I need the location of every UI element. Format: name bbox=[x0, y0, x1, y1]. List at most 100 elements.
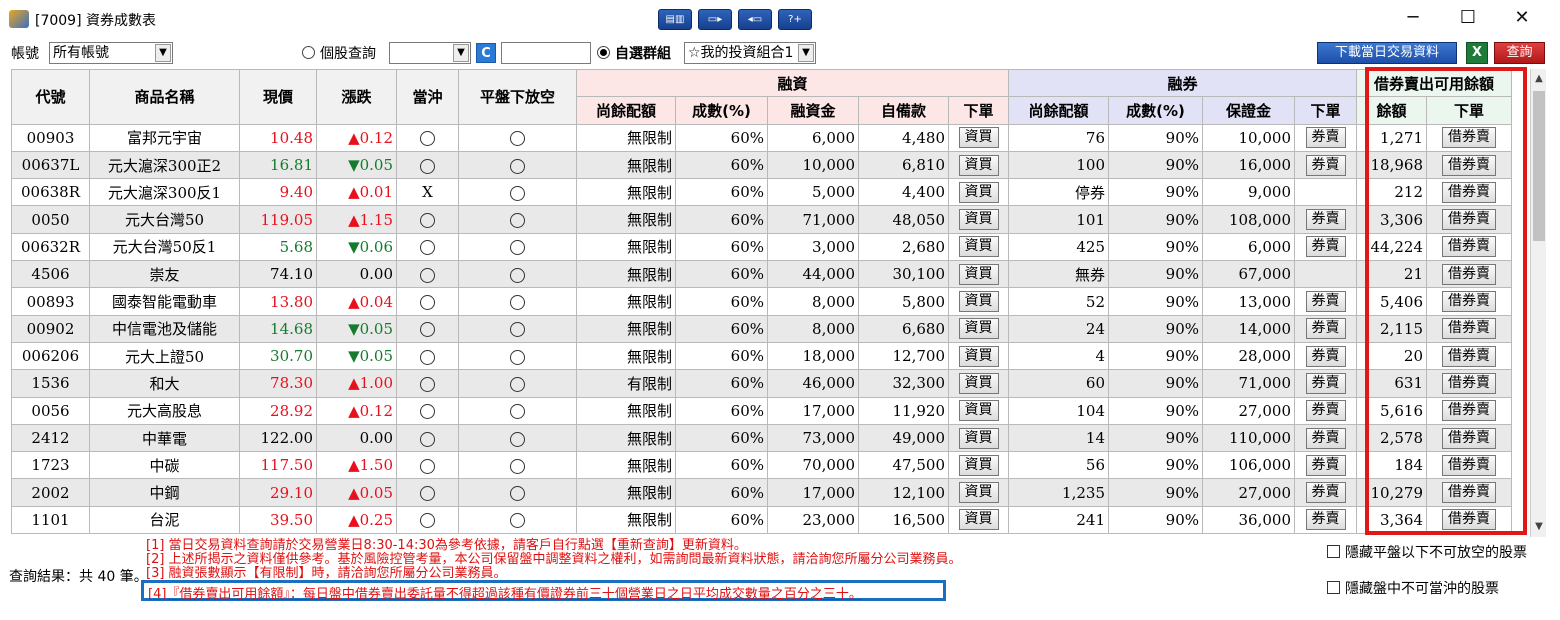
short-sell-button[interactable]: 券賣 bbox=[1305, 372, 1346, 394]
col-short-below[interactable]: 平盤下放空 bbox=[458, 69, 577, 125]
margin-buy-button[interactable]: 資買 bbox=[958, 127, 999, 149]
excel-icon[interactable]: X bbox=[1466, 42, 1488, 64]
col-change[interactable]: 漲跌 bbox=[316, 69, 397, 125]
table-row[interactable]: 1101 台泥 39.50 ▲0.25 無限制 60% 23,000 16,500 資買 241 9… bbox=[11, 505, 1512, 535]
margin-buy-button[interactable]: 資買 bbox=[958, 318, 999, 340]
table-row[interactable]: 00637L 元大滬深300正2 16.81 ▼0.05 無限制 60% 10,000 6,8… bbox=[11, 150, 1512, 180]
table-row[interactable]: 00638R 元大滬深300反1 9.40 ▲0.01 X 無限制 60% 5,000 4,40… bbox=[11, 178, 1512, 207]
name-cell: 元大高股息 bbox=[89, 396, 240, 425]
refresh-button[interactable]: C bbox=[476, 43, 496, 63]
margin-buy-button[interactable]: 資買 bbox=[958, 482, 999, 504]
code-cell: 1723 bbox=[11, 451, 90, 480]
chevron-down-icon[interactable]: ▼ bbox=[155, 44, 171, 62]
table-row[interactable]: 1723 中碳 117.50 ▲1.50 無限制 60% 70,000 47,500 資買 56 9… bbox=[11, 451, 1512, 480]
table-row[interactable]: 0050 元大台灣50 119.05 ▲1.15 無限制 60% 71,000 48,050 資… bbox=[11, 205, 1512, 234]
table-row[interactable]: 4506 崇友 74.10 0.00 無限制 60% 44,000 30,100 資買 無券 90%… bbox=[11, 260, 1512, 289]
table-row[interactable]: 2412 中華電 122.00 0.00 無限制 60% 73,000 49,000 資買 14 9… bbox=[11, 423, 1512, 453]
short-sell-button[interactable]: 券賣 bbox=[1305, 509, 1346, 531]
table-row[interactable]: 2002 中鋼 29.10 ▲0.05 無限制 60% 17,000 12,100 資買 1,23… bbox=[11, 478, 1512, 507]
scroll-down-icon[interactable]: ▼ bbox=[1531, 517, 1547, 537]
col-m-amount[interactable]: 融資金 bbox=[767, 96, 859, 125]
maximize-icon[interactable]: ☐ bbox=[1453, 6, 1483, 30]
dock-icon[interactable]: ◂▭ bbox=[738, 9, 772, 30]
m-amount-cell: 10,000 bbox=[767, 150, 859, 180]
margin-buy-button[interactable]: 資買 bbox=[958, 154, 999, 176]
table-row[interactable]: 0056 元大高股息 28.92 ▲0.12 無限制 60% 17,000 11,920 資買 1… bbox=[11, 396, 1512, 425]
short-sell-button[interactable]: 券賣 bbox=[1305, 291, 1346, 313]
download-button[interactable]: 下載當日交易資料 bbox=[1317, 42, 1457, 64]
col-m-pct[interactable]: 成數(%) bbox=[675, 96, 768, 125]
s-btn-cell: 券賣 bbox=[1294, 287, 1357, 316]
col-price[interactable]: 現價 bbox=[239, 69, 317, 125]
table-row[interactable]: 00902 中信電池及儲能 14.68 ▼0.05 無限制 60% 8,000 6,680 資買… bbox=[11, 314, 1512, 343]
chevron-down-icon[interactable]: ▼ bbox=[798, 44, 814, 62]
s-pct-cell: 90% bbox=[1108, 451, 1203, 480]
table-row[interactable]: 006206 元大上證50 30.70 ▼0.05 無限制 60% 18,000 12,700… bbox=[11, 341, 1512, 371]
margin-buy-button[interactable]: 資買 bbox=[958, 454, 999, 476]
margin-buy-button[interactable]: 資買 bbox=[958, 400, 999, 422]
hide-no-daytrade-checkbox[interactable] bbox=[1327, 581, 1340, 594]
scroll-thumb[interactable] bbox=[1533, 91, 1545, 241]
col-m-self[interactable]: 自備款 bbox=[858, 96, 949, 125]
single-query-radio[interactable] bbox=[302, 46, 315, 59]
table-row[interactable]: 00893 國泰智能電動車 13.80 ▲0.04 無限制 60% 8,000 5,800 資買… bbox=[11, 287, 1512, 316]
chevron-down-icon[interactable]: ▼ bbox=[453, 44, 469, 62]
name-cell: 中鋼 bbox=[89, 478, 240, 507]
m-amount-cell: 8,000 bbox=[767, 314, 859, 343]
short-sell-button[interactable]: 券賣 bbox=[1305, 154, 1346, 176]
margin-buy-button[interactable]: 資買 bbox=[958, 291, 999, 313]
col-s-pct[interactable]: 成數(%) bbox=[1108, 96, 1203, 125]
daytrade-cell bbox=[396, 260, 459, 289]
group-select[interactable]: ☆我的投資組合1 ▼ bbox=[684, 42, 816, 64]
margin-buy-button[interactable]: 資買 bbox=[958, 427, 999, 449]
minimize-icon[interactable]: ─ bbox=[1398, 6, 1428, 30]
vertical-scrollbar[interactable]: ▲ ▼ bbox=[1530, 69, 1546, 537]
m-amount-cell: 17,000 bbox=[767, 396, 859, 425]
name-cell: 中華電 bbox=[89, 423, 240, 453]
col-s-deposit[interactable]: 保證金 bbox=[1202, 96, 1295, 125]
col-name[interactable]: 商品名稱 bbox=[89, 69, 240, 125]
table-row[interactable]: 00903 富邦元宇宙 10.48 ▲0.12 無限制 60% 6,000 4,480 資買 76… bbox=[11, 123, 1512, 152]
s-pct-cell: 90% bbox=[1108, 369, 1203, 398]
margin-buy-button[interactable]: 資買 bbox=[958, 209, 999, 231]
circle-icon bbox=[420, 431, 435, 447]
short-sell-button[interactable]: 券賣 bbox=[1305, 318, 1346, 340]
scroll-up-icon[interactable]: ▲ bbox=[1531, 69, 1547, 89]
short-sell-button[interactable]: 券賣 bbox=[1305, 209, 1346, 231]
stock-code-input[interactable] bbox=[501, 42, 591, 64]
window-icon[interactable]: ▭▸ bbox=[698, 9, 732, 30]
short-sell-button[interactable]: 券賣 bbox=[1305, 400, 1346, 422]
col-code[interactable]: 代號 bbox=[11, 69, 90, 125]
close-icon[interactable]: ✕ bbox=[1507, 6, 1537, 30]
short-sell-button[interactable]: 券賣 bbox=[1305, 482, 1346, 504]
col-daytrade[interactable]: 當沖 bbox=[396, 69, 459, 125]
margin-buy-button[interactable]: 資買 bbox=[958, 509, 999, 531]
group-radio[interactable] bbox=[597, 46, 610, 59]
hide-below-flat-checkbox[interactable] bbox=[1327, 545, 1340, 558]
short-sell-button[interactable]: 券賣 bbox=[1305, 345, 1346, 367]
stock-select[interactable]: ▼ bbox=[389, 42, 471, 64]
account-select[interactable]: 所有帳號 ▼ bbox=[49, 42, 173, 64]
margin-buy-button[interactable]: 資買 bbox=[958, 181, 999, 203]
short-sell-button[interactable]: 券賣 bbox=[1305, 236, 1346, 258]
name-cell: 富邦元宇宙 bbox=[89, 123, 240, 152]
col-m-quota[interactable]: 尚餘配額 bbox=[576, 96, 676, 125]
margin-buy-button[interactable]: 資買 bbox=[958, 345, 999, 367]
short-sell-button[interactable]: 券賣 bbox=[1305, 454, 1346, 476]
m-self-cell: 49,000 bbox=[858, 423, 949, 453]
col-s-quota[interactable]: 尚餘配額 bbox=[1008, 96, 1109, 125]
table-row[interactable]: 1536 和大 78.30 ▲1.00 有限制 60% 46,000 32,300 資買 60 90… bbox=[11, 369, 1512, 398]
margin-buy-button[interactable]: 資買 bbox=[958, 263, 999, 285]
table-row[interactable]: 00632R 元大台灣50反1 5.68 ▼0.06 無限制 60% 3,000 2,680 資… bbox=[11, 232, 1512, 262]
short-sell-button[interactable]: 券賣 bbox=[1305, 127, 1346, 149]
margin-buy-button[interactable]: 資買 bbox=[958, 372, 999, 394]
margin-buy-button[interactable]: 資買 bbox=[958, 236, 999, 258]
col-m-order: 下單 bbox=[948, 96, 1009, 125]
layout-icon[interactable]: ▤▥ bbox=[658, 9, 692, 30]
m-amount-cell: 71,000 bbox=[767, 205, 859, 234]
s-quota-cell: 60 bbox=[1008, 369, 1109, 398]
query-button[interactable]: 查詢 bbox=[1494, 42, 1545, 64]
short-sell-button[interactable]: 券賣 bbox=[1305, 427, 1346, 449]
m-pct-cell: 60% bbox=[675, 341, 768, 371]
help-icon[interactable]: ?+ bbox=[778, 9, 812, 30]
